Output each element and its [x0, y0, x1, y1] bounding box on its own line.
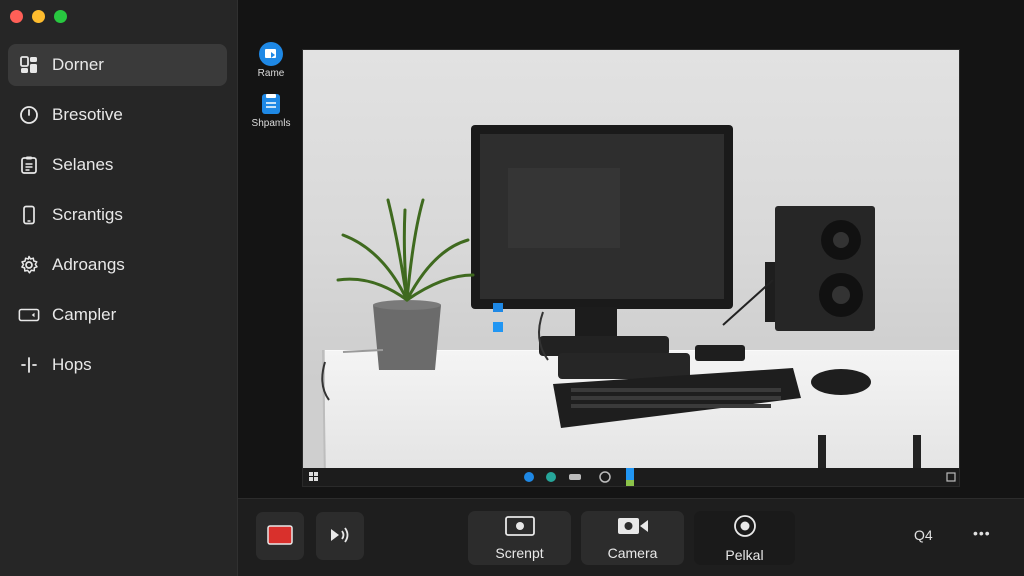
- capture-viewport[interactable]: [302, 49, 960, 487]
- gear-icon: [18, 254, 40, 276]
- sidebar-item-label: Bresotive: [52, 105, 123, 124]
- help-icon: [18, 354, 40, 376]
- sidebar-item-scrantigs[interactable]: Scrantigs: [8, 194, 227, 236]
- scene-illustration: [321, 125, 921, 481]
- remote-taskbar-icons: [309, 468, 956, 486]
- window-controls: [10, 10, 67, 23]
- sidebar-item-label: Selanes: [52, 155, 114, 174]
- desktop-shortcut-label: Shpamls: [251, 118, 291, 129]
- sidebar-item-label: Scrantigs: [52, 205, 123, 224]
- sidebar-item-campler[interactable]: Campler: [8, 294, 227, 336]
- remote-taskbar: [303, 468, 959, 486]
- sidebar-item-label: Hops: [52, 355, 92, 374]
- sidebar-nav: Dorner Bresotive Selanes Scrantigs Adroa…: [8, 44, 227, 394]
- sidebar-item-label: Dorner: [52, 55, 104, 74]
- pelkal-label: Pelkal: [725, 546, 764, 563]
- desktop-shortcut-label: Rame: [257, 68, 285, 79]
- clipboard-icon: [18, 154, 40, 176]
- pelkal-icon: [733, 514, 757, 541]
- sidebar-item-label: Campler: [52, 305, 117, 324]
- desktop-shortcut-rame[interactable]: Rame: [246, 42, 296, 79]
- camera-button[interactable]: Camera: [581, 511, 684, 565]
- sidebar-item-label: Adroangs: [52, 255, 125, 274]
- close-window-button[interactable]: [10, 10, 23, 23]
- count-indicator: Q4: [914, 527, 933, 543]
- pelkal-button[interactable]: Pelkal: [694, 511, 795, 565]
- sidebar-item-bresotive[interactable]: Bresotive: [8, 94, 227, 136]
- minimize-window-button[interactable]: [32, 10, 45, 23]
- more-options-button[interactable]: •••: [973, 525, 991, 541]
- audio-button[interactable]: [316, 512, 364, 560]
- sidebar-item-hops[interactable]: Hops: [8, 344, 227, 386]
- screen-capture-button[interactable]: Screnpt: [468, 511, 571, 565]
- control-bar: Screnpt Camera Pelkal Q4 •••: [238, 498, 1024, 576]
- sidebar: Dorner Bresotive Selanes Scrantigs Adroa…: [0, 0, 238, 576]
- main-area: Rame Shpamls: [238, 0, 1024, 576]
- phone-icon: [18, 204, 40, 226]
- screen-capture-icon: [504, 515, 535, 539]
- document-icon: [259, 92, 283, 116]
- desktop-shortcut-shpamls[interactable]: Shpamls: [246, 92, 296, 129]
- clock-icon: [18, 104, 40, 126]
- camera-label: Camera: [607, 544, 658, 561]
- camera-icon: [617, 516, 649, 539]
- audio-icon: [328, 525, 352, 548]
- sidebar-item-selanes[interactable]: Selanes: [8, 144, 227, 186]
- screen-icon: [18, 304, 40, 326]
- sidebar-item-adroangs[interactable]: Adroangs: [8, 244, 227, 286]
- sidebar-item-dorner[interactable]: Dorner: [8, 44, 227, 86]
- record-button[interactable]: [256, 512, 304, 560]
- dashboard-icon: [18, 54, 40, 76]
- maximize-window-button[interactable]: [54, 10, 67, 23]
- screen-capture-label: Screnpt: [495, 544, 544, 561]
- folder-icon: [259, 42, 283, 66]
- record-icon: [267, 524, 293, 548]
